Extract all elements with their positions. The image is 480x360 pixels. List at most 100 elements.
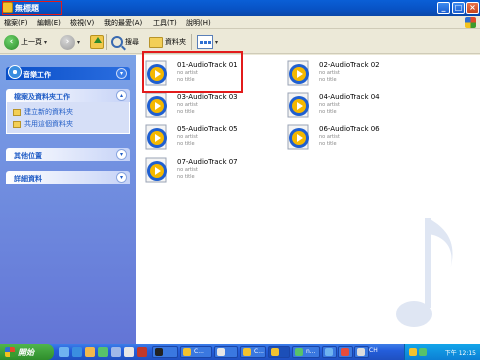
- details-title: 詳細資料: [14, 175, 42, 183]
- start-label: 開始: [18, 348, 34, 357]
- folder-icon: [149, 36, 163, 48]
- file-item-track-03[interactable]: 03-AudioTrack 03 no artist no title: [145, 92, 255, 122]
- taskbar-button[interactable]: [152, 346, 178, 358]
- menu-view[interactable]: 檢視(V): [70, 18, 94, 28]
- details-header[interactable]: 詳細資料 ▾: [6, 171, 130, 184]
- file-item-track-07[interactable]: 07-AudioTrack 07 no artist no title: [145, 157, 255, 187]
- quick-launch-icon[interactable]: [124, 347, 134, 357]
- file-title: no title: [319, 109, 337, 115]
- views-button[interactable]: ▾: [197, 33, 218, 51]
- menu-edit[interactable]: 編輯(E): [37, 18, 61, 28]
- file-artist: no artist: [177, 134, 198, 140]
- app-icon: [217, 348, 225, 356]
- file-name: 05-AudioTrack 05: [177, 125, 238, 133]
- tray-icon[interactable]: [409, 348, 417, 356]
- quick-launch-icon[interactable]: [137, 347, 147, 357]
- file-item-track-04[interactable]: 04-AudioTrack 04 no artist no title: [287, 92, 397, 122]
- search-icon: [111, 36, 123, 48]
- new-folder-link[interactable]: 建立新的資料夾: [13, 107, 73, 117]
- start-button[interactable]: 開始: [0, 344, 54, 360]
- chevron-down-icon[interactable]: ▾: [44, 39, 47, 46]
- forward-arrow-icon: ›: [60, 34, 75, 50]
- search-label: 搜尋: [125, 38, 139, 46]
- windows-logo-icon: [5, 347, 15, 357]
- minimize-button[interactable]: _: [437, 2, 450, 14]
- close-button[interactable]: ×: [466, 2, 479, 14]
- other-places-title: 其他位置: [14, 152, 42, 160]
- forward-button[interactable]: › ▾: [60, 33, 80, 51]
- file-item-track-06[interactable]: 06-AudioTrack 06 no artist no title: [287, 124, 397, 154]
- file-name: 06-AudioTrack 06: [319, 125, 380, 133]
- up-folder-button[interactable]: [90, 33, 104, 51]
- title-bar[interactable]: 無標題 _ □ ×: [0, 0, 480, 16]
- file-name: 02-AudioTrack 02: [319, 61, 380, 69]
- media-player-icon: [287, 92, 309, 118]
- menu-file[interactable]: 檔案(F): [4, 18, 28, 28]
- back-button[interactable]: ‹ 上一頁 ▾: [4, 33, 47, 51]
- taskbar-button[interactable]: C...: [180, 346, 212, 358]
- music-tasks-header[interactable]: 音樂工作 ▾: [6, 65, 130, 80]
- share-folder-link[interactable]: 共用這個資料夾: [13, 119, 73, 129]
- menu-favorites[interactable]: 我的最愛(A): [104, 18, 142, 28]
- folders-button[interactable]: 資料夾: [149, 33, 186, 51]
- taskbar-button[interactable]: [338, 346, 353, 358]
- file-tasks-body: 建立新的資料夾 共用這個資料夾: [6, 102, 130, 134]
- chevron-down-icon[interactable]: ▾: [116, 149, 127, 160]
- taskbar-button[interactable]: [214, 346, 238, 358]
- taskbar-button[interactable]: [354, 346, 369, 358]
- music-note-watermark-icon: [396, 218, 453, 327]
- media-player-icon: [287, 60, 309, 86]
- taskbar-button-label: C...: [194, 348, 204, 355]
- show-desktop-icon[interactable]: [59, 347, 69, 357]
- chevron-down-icon[interactable]: ▾: [116, 172, 127, 183]
- chevron-down-icon[interactable]: ▾: [77, 39, 80, 46]
- file-title: no title: [177, 109, 195, 115]
- taskbar-button[interactable]: [322, 346, 337, 358]
- chevron-down-icon[interactable]: ▾: [116, 68, 127, 79]
- clock[interactable]: 下午 12:15: [445, 348, 476, 357]
- taskbar-button-label: C...: [254, 348, 264, 355]
- app-icon: [295, 348, 303, 356]
- search-button[interactable]: 搜尋: [111, 33, 139, 51]
- selection-highlight-box: [142, 51, 243, 93]
- file-name: 03-AudioTrack 03: [177, 93, 238, 101]
- file-item-track-05[interactable]: 05-AudioTrack 05 no artist no title: [145, 124, 255, 154]
- music-tasks-icon: [8, 65, 22, 79]
- file-title: no title: [319, 77, 337, 83]
- app-icon: [183, 348, 191, 356]
- menu-tools[interactable]: 工具(T): [153, 18, 177, 28]
- taskbar-button[interactable]: C...: [240, 346, 266, 358]
- back-label: 上一頁: [21, 38, 42, 46]
- media-player-icon: [145, 157, 167, 183]
- media-icon[interactable]: [85, 347, 95, 357]
- taskbar-button[interactable]: n...: [292, 346, 320, 358]
- file-artist: no artist: [319, 134, 340, 140]
- task-pane: 音樂工作 ▾ 檔案及資料夾工作 ▴ 建立新的資料夾 共用這個資料夾 其他位置 ▾…: [0, 55, 136, 344]
- tray-icon[interactable]: [419, 348, 427, 356]
- up-folder-icon: [90, 35, 104, 49]
- chevron-up-icon[interactable]: ▴: [116, 90, 127, 101]
- file-tasks-title: 檔案及資料夾工作: [14, 93, 70, 101]
- quick-launch-icon[interactable]: [98, 347, 108, 357]
- file-artist: no artist: [319, 70, 340, 76]
- language-indicator[interactable]: CH: [369, 347, 378, 354]
- quick-launch-icon[interactable]: [111, 347, 121, 357]
- file-artist: no artist: [319, 102, 340, 108]
- maximize-button[interactable]: □: [452, 2, 465, 14]
- folders-label: 資料夾: [165, 38, 186, 46]
- toolbar-separator: [191, 34, 192, 50]
- app-icon: [243, 348, 251, 356]
- file-item-track-02[interactable]: 02-AudioTrack 02 no artist no title: [287, 60, 397, 90]
- file-tasks-header[interactable]: 檔案及資料夾工作 ▴: [6, 89, 130, 102]
- menu-help[interactable]: 說明(H): [186, 18, 211, 28]
- chevron-down-icon[interactable]: ▾: [215, 39, 218, 46]
- browser-icon[interactable]: [72, 347, 82, 357]
- file-name: 07-AudioTrack 07: [177, 158, 238, 166]
- title-highlight-box: [2, 1, 62, 15]
- taskbar-button[interactable]: [268, 346, 290, 358]
- file-title: no title: [319, 141, 337, 147]
- app-icon: [271, 348, 279, 356]
- menu-bar: 檔案(F) 編輯(E) 檢視(V) 我的最愛(A) 工具(T) 說明(H): [0, 16, 480, 29]
- other-places-header[interactable]: 其他位置 ▾: [6, 148, 130, 161]
- views-icon: [197, 35, 213, 49]
